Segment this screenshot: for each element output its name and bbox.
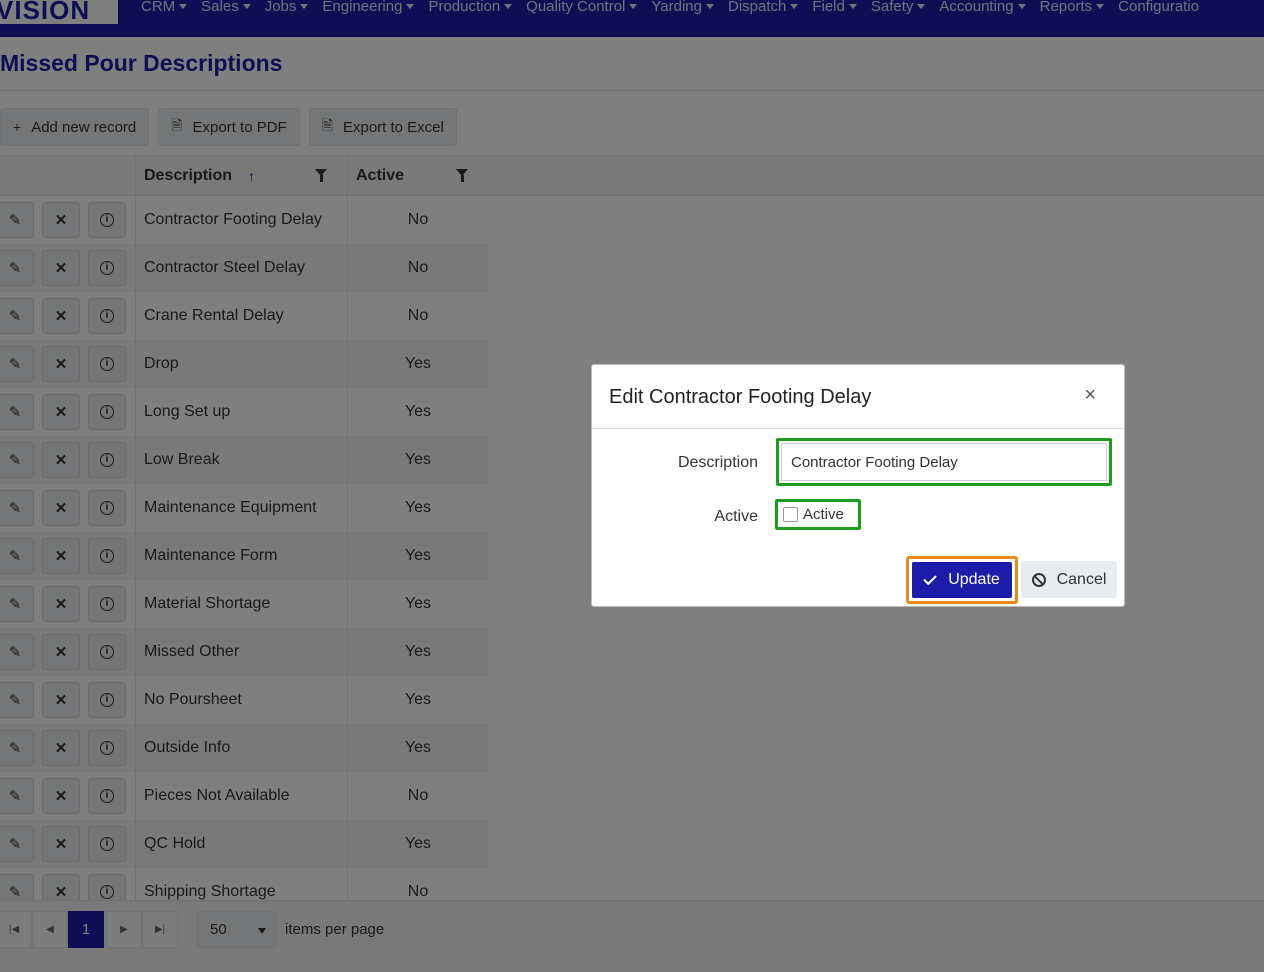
description-input[interactable] [781,443,1107,481]
check-icon [923,571,937,585]
dialog-title: Edit Contractor Footing Delay [609,386,872,408]
active-label: Active [714,508,758,525]
update-button[interactable]: Update [912,562,1012,598]
dialog-header: Edit Contractor Footing Delay × [592,365,1124,429]
active-checkbox[interactable] [783,507,798,522]
active-checkbox-label: Active [803,506,844,523]
cancel-button[interactable]: Cancel [1021,561,1117,598]
description-field-highlight [776,438,1112,486]
description-label: Description [677,454,758,471]
close-icon[interactable]: × [1084,384,1096,407]
edit-record-dialog: Edit Contractor Footing Delay × Descript… [591,364,1125,607]
update-button-highlight: Update [906,556,1018,604]
cancel-icon [1031,572,1046,587]
active-checkbox-highlight[interactable]: Active [775,499,861,530]
